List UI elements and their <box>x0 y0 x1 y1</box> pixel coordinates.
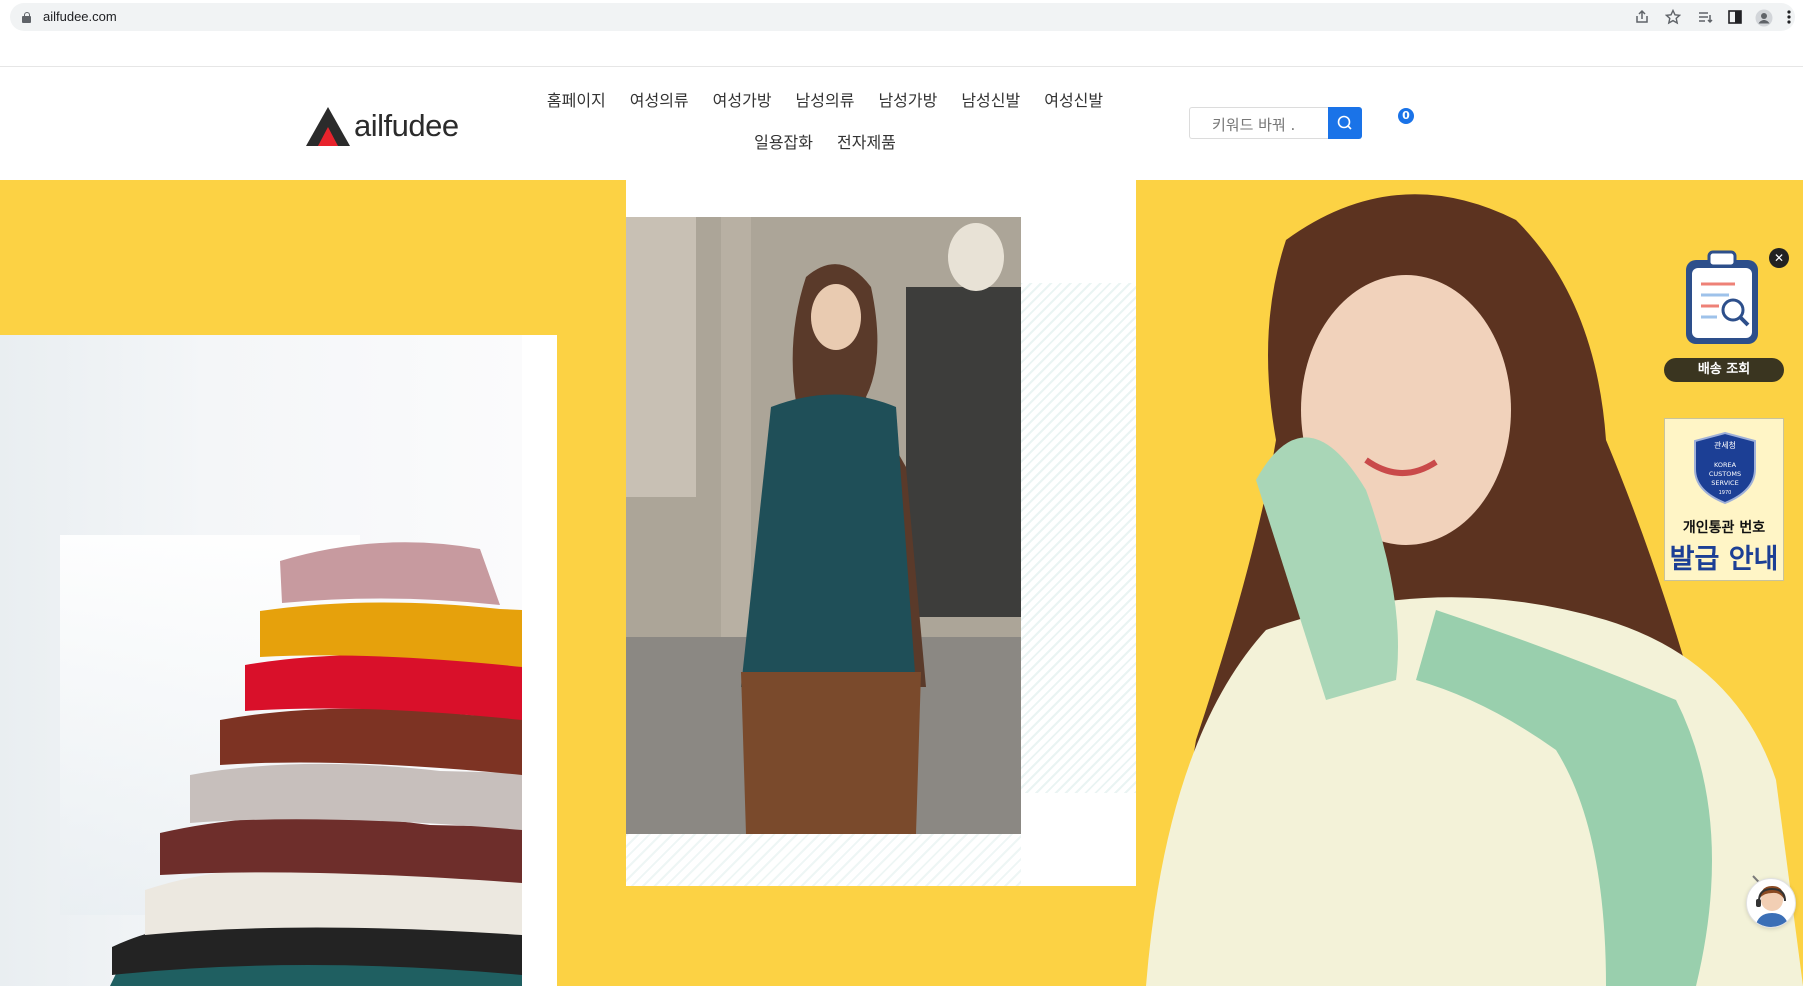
support-agent-icon <box>1755 886 1789 927</box>
nav-item-mens-shoes[interactable]: 남성신발 <box>961 87 1020 111</box>
delivery-tracking-button[interactable]: 배송 조회 <box>1664 358 1784 382</box>
bookmark-star-icon[interactable] <box>1664 8 1682 27</box>
sweater-stack-illustration <box>110 542 522 986</box>
banner-pattern-bottom <box>626 834 1021 886</box>
search-icon <box>1337 115 1352 130</box>
sweater-stack-image <box>0 335 522 986</box>
side-panel-icon[interactable] <box>1726 9 1744 27</box>
banner-pattern <box>1020 283 1136 793</box>
profile-avatar-icon[interactable] <box>1755 9 1773 27</box>
share-icon[interactable] <box>1633 9 1651 27</box>
customs-line-2: 발급 안내 <box>1669 544 1779 575</box>
search-button[interactable] <box>1328 107 1362 139</box>
cart-count-badge[interactable]: 0 <box>1398 108 1414 124</box>
search-input[interactable]: 키워드 바꿔 . <box>1189 107 1328 139</box>
svg-text:CUSTOMS: CUSTOMS <box>1709 470 1741 478</box>
nav-item-electronics[interactable]: 전자제품 <box>837 129 896 153</box>
chat-support-button[interactable] <box>1746 878 1796 928</box>
logo-text: ailfudee <box>354 108 459 143</box>
reading-list-icon[interactable] <box>1696 9 1714 27</box>
svg-text:KOREA: KOREA <box>1714 461 1737 469</box>
customs-id-banner[interactable]: 관세청 KOREA CUSTOMS SERVICE 1970 개인통관 번호 발… <box>1664 418 1784 581</box>
nav-item-womens-shoes[interactable]: 여성신발 <box>1044 87 1103 111</box>
svg-text:1970: 1970 <box>1719 490 1732 496</box>
nav-item-womens-clothing[interactable]: 여성의류 <box>630 87 689 111</box>
chrome-menu-icon[interactable] <box>1780 9 1798 27</box>
lock-icon[interactable] <box>22 12 31 23</box>
nav-item-home[interactable]: 홈페이지 <box>547 87 606 111</box>
clipboard-search-icon <box>1686 250 1758 344</box>
model-street-photo <box>626 217 1021 834</box>
hero-banner[interactable] <box>0 180 1803 986</box>
svg-text:관세청: 관세청 <box>1714 440 1736 450</box>
address-bar[interactable]: ailfudee.com <box>10 3 1795 31</box>
nav-item-daily-goods[interactable]: 일용잡화 <box>754 129 813 153</box>
main-nav: 홈페이지 여성의류 여성가방 남성의류 남성가방 남성신발 여성신발 일용잡화 … <box>515 87 1135 153</box>
customs-line-1: 개인통관 번호 <box>1682 520 1766 536</box>
close-icon[interactable]: ✕ <box>1769 248 1789 268</box>
site-header: ailfudee 홈페이지 여성의류 여성가방 남성의류 남성가방 남성신발 여… <box>0 67 1803 180</box>
model-street-illustration <box>626 217 1021 834</box>
korea-customs-seal-icon: 관세청 KOREA CUSTOMS SERVICE 1970 <box>1694 431 1756 505</box>
nav-row-1: 홈페이지 여성의류 여성가방 남성의류 남성가방 남성신발 여성신발 <box>515 87 1135 111</box>
browser-toolbar: ailfudee.com <box>0 0 1803 67</box>
nav-item-mens-bags[interactable]: 남성가방 <box>878 87 937 111</box>
url-text[interactable]: ailfudee.com <box>43 9 117 24</box>
logo-triangle-icon <box>306 107 350 146</box>
nav-item-mens-clothing[interactable]: 남성의류 <box>796 87 855 111</box>
delivery-tracking-icon[interactable] <box>1683 248 1761 348</box>
nav-item-womens-bags[interactable]: 여성가방 <box>713 87 772 111</box>
nav-row-2: 일용잡화 전자제품 <box>515 129 1135 153</box>
svg-text:SERVICE: SERVICE <box>1711 479 1738 487</box>
